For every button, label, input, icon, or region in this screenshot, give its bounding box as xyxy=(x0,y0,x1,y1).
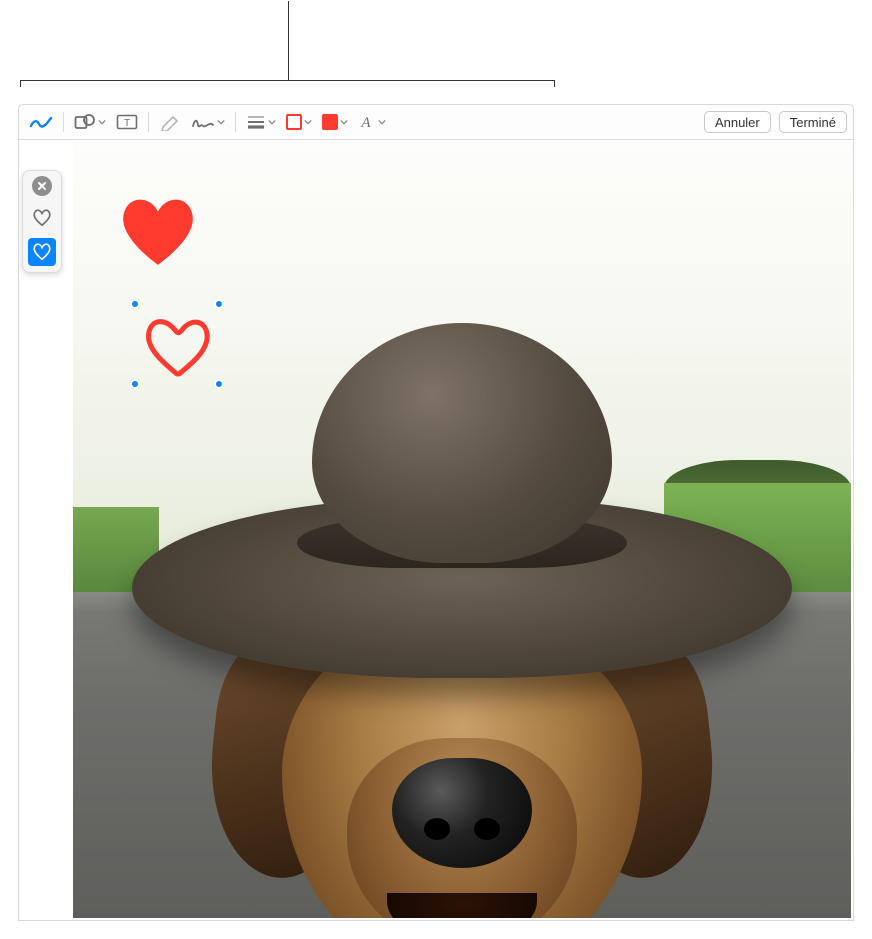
border-color-button[interactable] xyxy=(282,109,316,135)
sketch-heart-annotation[interactable] xyxy=(135,304,219,384)
callout-bracket xyxy=(20,80,555,102)
palette-option-heart-outline[interactable] xyxy=(28,204,56,232)
done-button[interactable]: Terminé xyxy=(779,111,847,133)
sketch-tool-button[interactable] xyxy=(25,109,57,135)
highlight-tool-button[interactable] xyxy=(155,109,185,135)
sketch-suggestion-palette xyxy=(22,170,62,273)
toolbar-separator xyxy=(63,112,64,132)
signature-tool-button[interactable] xyxy=(187,109,229,135)
dog-subject xyxy=(142,318,782,918)
svg-text:T: T xyxy=(124,118,130,129)
shapes-tool-button[interactable] xyxy=(70,109,110,135)
border-color-swatch xyxy=(286,114,302,130)
markup-toolbar: T A Annuler Termi xyxy=(18,104,854,140)
fill-color-swatch xyxy=(322,114,338,130)
line-style-button[interactable] xyxy=(242,109,280,135)
svg-text:A: A xyxy=(360,115,371,131)
text-tool-button[interactable]: T xyxy=(112,109,142,135)
toolbar-separator xyxy=(235,112,236,132)
image-canvas[interactable] xyxy=(73,142,851,918)
text-style-button[interactable]: A xyxy=(354,109,390,135)
palette-option-heart-filled[interactable] xyxy=(28,238,56,266)
fill-color-button[interactable] xyxy=(318,109,352,135)
heart-shape-annotation[interactable] xyxy=(113,192,203,272)
callout-stem xyxy=(288,1,289,81)
toolbar-separator xyxy=(148,112,149,132)
canvas-frame xyxy=(18,140,854,921)
palette-close-button[interactable] xyxy=(32,176,52,196)
cancel-button[interactable]: Annuler xyxy=(704,111,771,133)
